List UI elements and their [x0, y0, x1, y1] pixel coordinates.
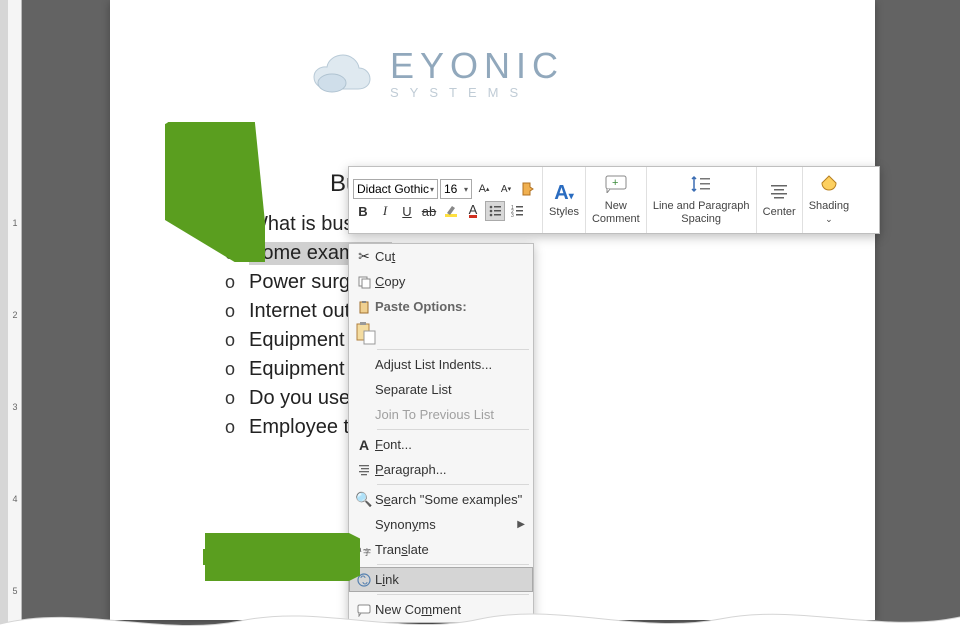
svg-text:3: 3	[511, 213, 514, 218]
synonyms-item[interactable]: Synonyms ▶	[349, 512, 533, 537]
annotation-arrow-2	[195, 533, 360, 581]
font-item[interactable]: A Font...	[349, 432, 533, 457]
font-color-button[interactable]: A	[463, 201, 483, 221]
vertical-ruler: 1 2 3 4 5	[0, 0, 22, 639]
line-spacing-button[interactable]: Line and ParagraphSpacing	[647, 167, 757, 233]
paste-options-header: Paste Options:	[349, 294, 533, 319]
translate-item[interactable]: a字 Translate	[349, 537, 533, 562]
paste-keep-source-icon[interactable]	[355, 321, 377, 347]
svg-text:字: 字	[363, 547, 371, 557]
new-comment-button[interactable]: + NewComment	[586, 167, 647, 233]
paragraph-icon	[353, 463, 375, 477]
torn-edge-decoration	[0, 599, 960, 639]
paragraph-item[interactable]: Paragraph...	[349, 457, 533, 482]
logo-text: EYONIC	[390, 48, 564, 84]
bold-button[interactable]: B	[353, 201, 373, 221]
format-painter-icon[interactable]	[518, 179, 538, 199]
underline-button[interactable]: U	[397, 201, 417, 221]
clipboard-icon	[353, 300, 375, 314]
scissors-icon: ✂	[353, 248, 375, 265]
bullets-button[interactable]	[485, 201, 505, 221]
highlight-button[interactable]	[441, 201, 461, 221]
font-a-icon: A	[353, 437, 375, 453]
increase-font-icon[interactable]: A▴	[474, 179, 494, 199]
numbering-button[interactable]: 123	[507, 201, 527, 221]
shading-button[interactable]: Shading⌄	[803, 167, 855, 233]
decrease-font-icon[interactable]: A▾	[496, 179, 516, 199]
copy-item[interactable]: Copy	[349, 269, 533, 294]
svg-text:+: +	[612, 177, 618, 189]
center-button[interactable]: Center	[757, 167, 803, 233]
chevron-right-icon: ▶	[517, 519, 525, 530]
search-item[interactable]: 🔍 Search "Some examples"	[349, 487, 533, 512]
strikethrough-button[interactable]: ab	[419, 201, 439, 221]
cloud-icon	[310, 51, 380, 96]
adjust-indents-item[interactable]: Adjust List Indents...	[349, 352, 533, 377]
italic-button[interactable]: I	[375, 201, 395, 221]
search-icon: 🔍	[353, 491, 375, 508]
logo-subtext: SYSTEMS	[390, 86, 564, 99]
styles-button[interactable]: A▾ Styles	[543, 167, 586, 233]
annotation-arrow-1	[165, 122, 265, 262]
font-size-picker[interactable]: 16▾	[440, 179, 472, 199]
link-item[interactable]: Link	[349, 567, 533, 592]
separate-list-item[interactable]: Separate List	[349, 377, 533, 402]
mini-toolbar: Didact Gothic▾ 16▾ A▴ A▾ B I U ab A 123	[348, 166, 880, 234]
copy-icon	[353, 275, 375, 289]
logo: EYONIC SYSTEMS	[310, 48, 564, 99]
join-previous-list-item: Join To Previous List	[349, 402, 533, 427]
context-menu: ✂ Cut Copy Paste Options: Adjust List In…	[348, 243, 534, 623]
cut-item[interactable]: ✂ Cut	[349, 244, 533, 269]
font-picker[interactable]: Didact Gothic▾	[353, 179, 438, 199]
